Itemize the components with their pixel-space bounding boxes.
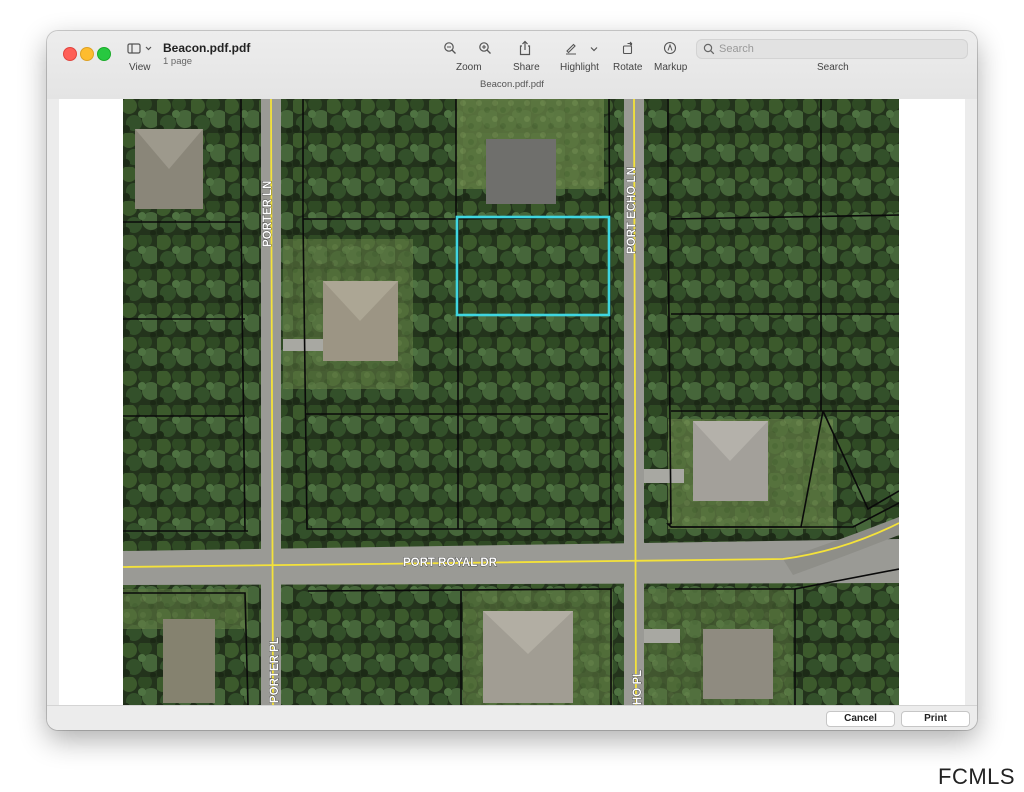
chevron-down-icon bbox=[590, 47, 598, 52]
search-input[interactable] bbox=[719, 42, 959, 56]
zoom-label: Zoom bbox=[456, 62, 482, 73]
street-label-echo-pl: HO PL bbox=[632, 670, 644, 705]
view-label: View bbox=[129, 62, 151, 73]
markup-button[interactable]: Markup bbox=[651, 39, 691, 73]
zoom-in-icon bbox=[479, 42, 491, 54]
close-window-button[interactable] bbox=[63, 47, 77, 61]
cancel-button[interactable]: Cancel bbox=[826, 711, 895, 727]
street-label-porter-pl: PORTER PL bbox=[269, 637, 281, 703]
share-button[interactable]: Share bbox=[509, 39, 541, 73]
document-title: Beacon.pdf.pdf bbox=[163, 41, 251, 55]
street-label-port-royal-dr: PORT ROYAL DR bbox=[403, 557, 498, 569]
fcmls-watermark: FCMLS bbox=[938, 764, 1016, 789]
rotate-label: Rotate bbox=[613, 62, 643, 73]
highlight-label: Highlight bbox=[560, 62, 599, 73]
print-dialog-window: View Beacon.pdf.pdf 1 page Zoom Share Hi… bbox=[47, 31, 977, 730]
sidebar-icon bbox=[127, 43, 152, 54]
view-button[interactable]: View bbox=[125, 40, 155, 73]
highlighter-icon bbox=[566, 43, 576, 55]
rotate-icon bbox=[622, 41, 633, 55]
share-icon bbox=[519, 40, 531, 56]
zoom-out-icon bbox=[444, 42, 456, 54]
aerial-parcel-map: PORTER LN PORT ECHO LN PORT ROYAL DR POR… bbox=[123, 99, 899, 705]
search-icon bbox=[703, 43, 715, 55]
aerial-map-image: PORTER LN PORT ECHO LN PORT ROYAL DR POR… bbox=[123, 99, 899, 705]
share-label: Share bbox=[513, 62, 540, 73]
search-box[interactable] bbox=[696, 39, 968, 59]
markup-label: Markup bbox=[654, 62, 688, 73]
toolbar: View Beacon.pdf.pdf 1 page Zoom Share Hi… bbox=[47, 31, 977, 99]
highlight-menu-button[interactable] bbox=[589, 41, 601, 53]
document-filename: Beacon.pdf.pdf bbox=[480, 79, 544, 90]
page-count: 1 page bbox=[163, 56, 193, 67]
street-label-port-echo-ln: PORT ECHO LN bbox=[626, 167, 638, 254]
street-label-porter-ln: PORTER LN bbox=[262, 181, 274, 247]
markup-icon bbox=[663, 41, 677, 55]
search-label: Search bbox=[817, 62, 849, 73]
zoom-out-button[interactable] bbox=[443, 41, 459, 57]
print-button[interactable]: Print bbox=[901, 711, 970, 727]
dialog-button-bar: Cancel Print bbox=[47, 705, 977, 730]
zoom-in-button[interactable] bbox=[478, 41, 494, 57]
minimize-window-button[interactable] bbox=[80, 47, 94, 61]
zoom-window-button[interactable] bbox=[97, 47, 111, 61]
document-preview: PORTER LN PORT ECHO LN PORT ROYAL DR POR… bbox=[59, 99, 965, 705]
rotate-button[interactable]: Rotate bbox=[613, 39, 645, 73]
